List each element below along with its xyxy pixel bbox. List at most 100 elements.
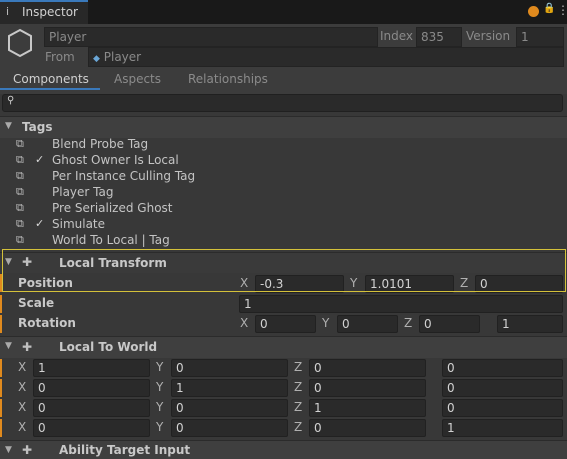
tag-label: Ghost Owner Is Local [52,153,179,167]
index-field[interactable]: 835 [416,27,462,47]
local-to-world-title: Local To World [59,340,158,354]
tag-row: ⧉ Pre Serialized Ghost [0,201,567,217]
matrix-r0-z-input[interactable]: 0 [309,359,426,377]
tag-row: ⧉ ✓ Simulate [0,217,567,233]
axis-y-label: Y [156,360,164,374]
entity-hexagon-icon [8,28,32,58]
axis-x-label: X [18,380,27,394]
search-input[interactable]: ⚲ [2,94,563,112]
info-icon: i [6,5,10,18]
tag-row: ⧉ World To Local | Tag [0,233,567,249]
tag-label: Pre Serialized Ghost [52,201,173,215]
prefab-icon: ◆ [93,54,100,64]
row-marker [0,315,2,333]
component-puzzle-icon: ✚ [22,443,33,457]
scale-label: Scale [18,296,55,310]
axis-y-label: Y [322,316,330,330]
matrix-r2-x-input[interactable]: 0 [33,399,150,417]
axis-z-label: Z [294,360,303,374]
tag-component-icon: ⧉ [16,137,24,150]
tag-component-icon: ⧉ [16,201,24,214]
axis-z-label: Z [294,420,303,434]
inspector-tab-label: Inspector [22,5,78,19]
tag-component-icon: ⧉ [16,233,24,246]
matrix-r2-y-input[interactable]: 0 [171,399,288,417]
matrix-r3-y-input[interactable]: 0 [171,419,288,437]
tags-section-header[interactable]: ▼ Tags [0,116,567,138]
row-marker [0,419,2,437]
matrix-r2-w-input[interactable]: 0 [442,399,563,417]
local-to-world-section-header[interactable]: ▼ ✚ Local To World [0,336,567,358]
from-field[interactable]: ◆ Player [88,47,564,67]
version-label: Version [466,29,511,43]
entity-name-field[interactable]: Player [44,27,378,47]
tag-row: ⧉ Blend Probe Tag [0,137,567,153]
rotation-z-input[interactable]: 0 [419,315,480,333]
tab-components[interactable]: Components [13,72,89,86]
checkmark-icon[interactable]: ✓ [35,218,47,230]
axis-x-label: X [240,316,249,330]
matrix-r3-x-input[interactable]: 0 [33,419,150,437]
tag-label: World To Local | Tag [52,233,170,247]
tag-row: ⧉ ✓ Ghost Owner Is Local [0,153,567,169]
tag-component-icon: ⧉ [16,169,24,182]
matrix-r0-y-input[interactable]: 0 [171,359,288,377]
axis-y-label: Y [156,400,164,414]
matrix-r0-w-input[interactable]: 0 [442,359,563,377]
matrix-r1-w-input[interactable]: 0 [442,379,563,397]
chevron-down-icon[interactable]: ▼ [5,445,12,455]
status-dot-icon[interactable] [528,6,539,17]
rotation-w-input[interactable]: 1 [497,315,563,333]
index-label: Index [380,29,414,43]
axis-z-label: Z [404,316,413,330]
tag-label: Blend Probe Tag [52,137,149,151]
axis-x-label: X [18,420,27,434]
inspector-tab[interactable]: i Inspector [0,0,88,24]
matrix-r3-w-input[interactable]: 1 [442,419,563,437]
ability-target-input-section-header[interactable]: ▼ ✚ Ability Target Input [0,440,567,459]
tag-label: Per Instance Culling Tag [52,169,196,183]
axis-z-label: Z [294,380,303,394]
axis-y-label: Y [156,380,164,394]
from-label: From [45,50,75,64]
axis-z-label: Z [294,400,303,414]
matrix-r0-x-input[interactable]: 1 [33,359,150,377]
version-field[interactable]: 1 [516,27,564,47]
tab-aspects[interactable]: Aspects [114,72,161,86]
from-value: Player [103,50,142,64]
row-marker [0,399,2,417]
index-value: 835 [421,30,444,44]
window-tab-bar: i Inspector 🔒 ⋮ [0,0,567,24]
component-puzzle-icon: ✚ [22,340,33,354]
chevron-down-icon[interactable]: ▼ [5,341,12,351]
matrix-r3-z-input[interactable]: 0 [309,419,426,437]
tag-component-icon: ⧉ [16,185,24,198]
tag-row: ⧉ Per Instance Culling Tag [0,169,567,185]
more-menu-icon[interactable]: ⋮ [557,3,567,17]
tag-component-icon: ⧉ [16,153,24,166]
search-icon: ⚲ [7,95,15,106]
tag-label: Player Tag [52,185,114,199]
entity-name-placeholder: Player [49,30,87,44]
rotation-label: Rotation [18,316,76,330]
tag-row: ⧉ Player Tag [0,185,567,201]
tag-component-icon: ⧉ [16,217,24,230]
lock-icon[interactable]: 🔒 [543,3,555,14]
axis-x-label: X [18,400,27,414]
matrix-r1-z-input[interactable]: 0 [309,379,426,397]
checkmark-icon[interactable]: ✓ [35,154,47,166]
row-marker [0,295,2,313]
tab-relationships[interactable]: Relationships [188,72,268,86]
chevron-down-icon[interactable]: ▼ [5,121,12,131]
matrix-r1-x-input[interactable]: 0 [33,379,150,397]
row-marker [0,359,2,377]
rotation-y-input[interactable]: 0 [337,315,398,333]
row-marker [0,379,2,397]
matrix-r2-z-input[interactable]: 1 [309,399,426,417]
matrix-r1-y-input[interactable]: 1 [171,379,288,397]
rotation-x-input[interactable]: 0 [255,315,316,333]
axis-y-label: Y [156,420,164,434]
scale-input[interactable]: 1 [239,295,563,313]
tags-title: Tags [22,120,53,134]
ability-target-input-title: Ability Target Input [59,443,191,457]
